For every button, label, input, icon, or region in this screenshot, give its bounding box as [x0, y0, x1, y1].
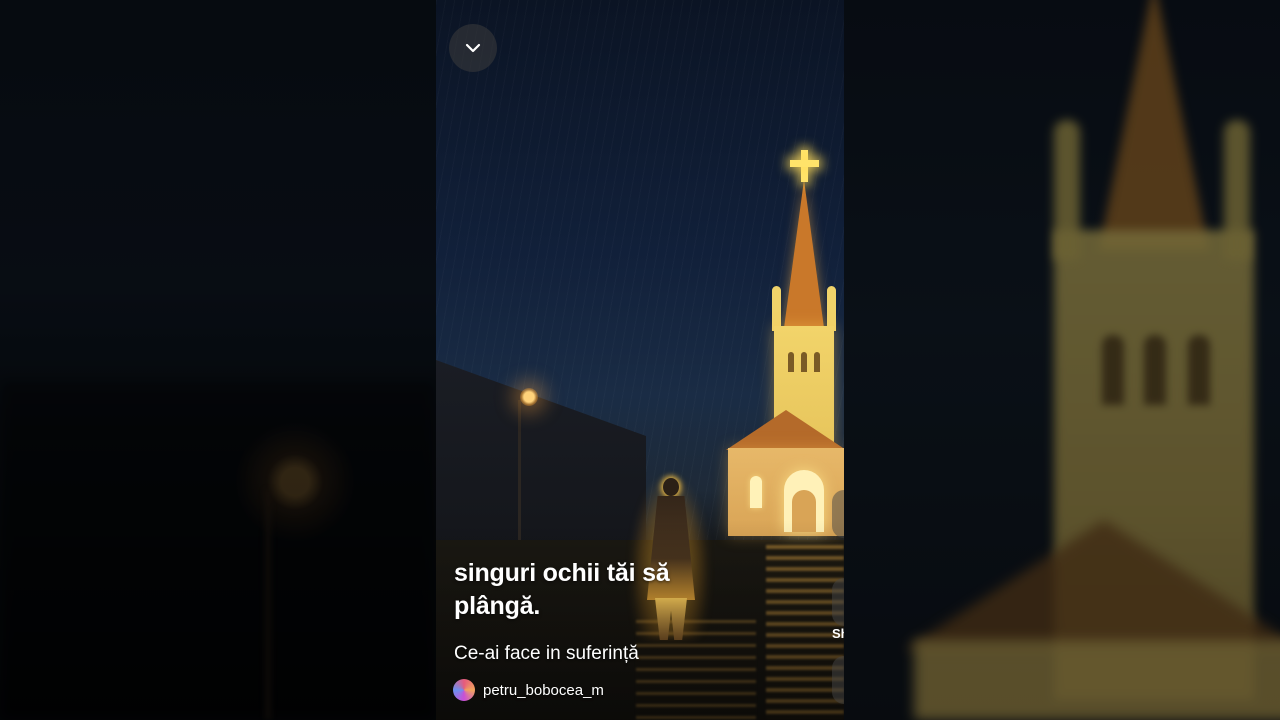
- share-label: Sh: [832, 626, 844, 641]
- tower-window: [788, 352, 794, 372]
- video-title[interactable]: Ce-ai face in suferință: [454, 642, 639, 666]
- figure-head: [663, 478, 679, 496]
- more-actions-button[interactable]: [832, 656, 844, 704]
- street-lamp: [520, 388, 538, 406]
- share-button[interactable]: [832, 578, 844, 626]
- cross-icon-bar: [790, 160, 819, 167]
- video-caption: singuri ochii tăi să plângă.: [454, 559, 670, 620]
- channel-link[interactable]: petru_bobocea_m: [453, 678, 604, 702]
- avatar[interactable]: [453, 679, 475, 701]
- backdrop-dim: [0, 0, 436, 720]
- tower-window: [814, 352, 820, 372]
- chevron-down-icon: [464, 39, 482, 57]
- shorts-player-stage: Sh singuri ochii tăi să plângă. Ce-ai fa…: [0, 0, 1280, 720]
- tower-window: [801, 352, 807, 372]
- church-roof: [726, 410, 844, 450]
- church-window: [750, 476, 762, 508]
- church-pinnacle: [827, 286, 836, 331]
- blurred-backdrop-left: [0, 0, 436, 720]
- church-pinnacle: [772, 286, 781, 331]
- church-spire: [784, 180, 824, 328]
- like-button[interactable]: [832, 490, 844, 538]
- backdrop-dim: [844, 0, 1280, 720]
- collapse-button[interactable]: [449, 24, 497, 72]
- channel-name[interactable]: petru_bobocea_m: [483, 682, 604, 699]
- blurred-backdrop-right: [844, 0, 1280, 720]
